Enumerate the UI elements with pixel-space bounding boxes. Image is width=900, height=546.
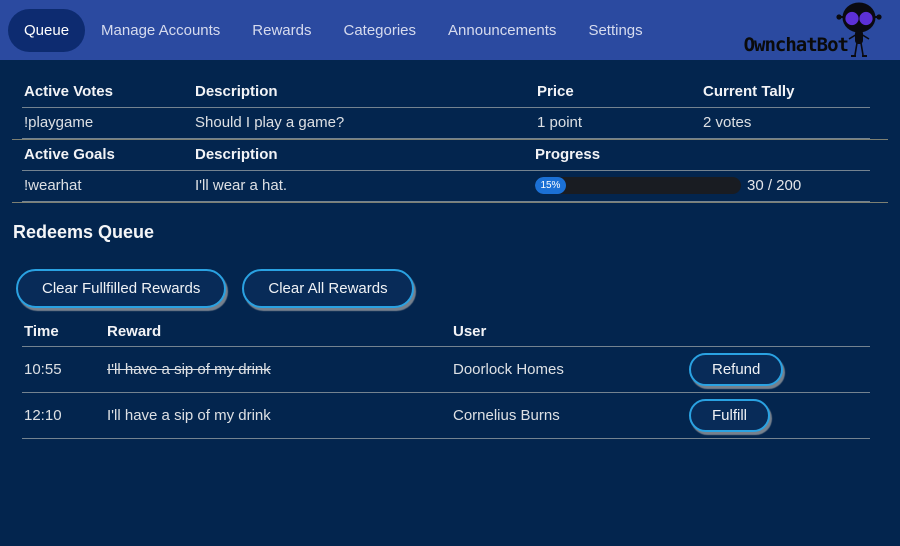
redeem-time: 12:10 bbox=[22, 393, 105, 439]
active-goals-header-row: Active Goals Description Progress bbox=[22, 140, 870, 171]
nav-tab-queue[interactable]: Queue bbox=[8, 9, 85, 52]
redeem-reward: I'll have a sip of my drink bbox=[105, 347, 451, 393]
active-votes-table: Active Votes Description Price Current T… bbox=[22, 77, 870, 139]
nav-tab-rewards[interactable]: Rewards bbox=[236, 9, 327, 52]
goals-header-progress: Progress bbox=[533, 140, 870, 171]
redeems-header-action bbox=[687, 319, 870, 347]
progress-percent-label: 15% bbox=[540, 180, 560, 191]
redeems-actions: Clear Fullfilled Rewards Clear All Rewar… bbox=[16, 269, 888, 308]
main-content: Active Votes Description Price Current T… bbox=[0, 77, 900, 439]
redeems-row: 10:55 I'll have a sip of my drink Doorlo… bbox=[22, 347, 870, 393]
redeem-reward-text: I'll have a sip of my drink bbox=[107, 361, 271, 378]
redeems-row: 12:10 I'll have a sip of my drink Cornel… bbox=[22, 393, 870, 439]
goal-progress-bar: 15% bbox=[535, 177, 741, 194]
votes-header-tally: Current Tally bbox=[701, 77, 870, 108]
robot-mascot-icon bbox=[834, 2, 884, 60]
redeem-action-cell: Refund bbox=[687, 347, 870, 393]
fulfill-button[interactable]: Fulfill bbox=[689, 399, 770, 432]
goal-command: !wearhat bbox=[22, 171, 193, 202]
nav-tab-settings[interactable]: Settings bbox=[572, 9, 658, 52]
section-divider bbox=[12, 202, 888, 203]
goal-progress-cell: 15% 30 / 200 bbox=[533, 171, 870, 202]
redeem-reward-text: I'll have a sip of my drink bbox=[107, 407, 271, 424]
progress-count-label: 30 / 200 bbox=[747, 177, 801, 194]
redeems-header-time: Time bbox=[22, 319, 105, 347]
goal-description: I'll wear a hat. bbox=[193, 171, 533, 202]
votes-header-command: Active Votes bbox=[22, 77, 193, 108]
active-votes-header-row: Active Votes Description Price Current T… bbox=[22, 77, 870, 108]
nav-tab-manage-accounts[interactable]: Manage Accounts bbox=[85, 9, 236, 52]
vote-description: Should I play a game? bbox=[193, 108, 535, 139]
active-goals-table: Active Goals Description Progress !wearh… bbox=[22, 140, 870, 202]
goals-header-command: Active Goals bbox=[22, 140, 193, 171]
active-goals-row: !wearhat I'll wear a hat. 15% 30 / 200 bbox=[22, 171, 870, 202]
votes-header-description: Description bbox=[193, 77, 535, 108]
votes-header-price: Price bbox=[535, 77, 701, 108]
vote-price: 1 point bbox=[535, 108, 701, 139]
redeems-queue-table: Time Reward User 10:55 I'll have a sip o… bbox=[22, 319, 870, 439]
top-navbar: Queue Manage Accounts Rewards Categories… bbox=[0, 0, 900, 60]
active-votes-row: !playgame Should I play a game? 1 point … bbox=[22, 108, 870, 139]
redeem-action-cell: Fulfill bbox=[687, 393, 870, 439]
redeems-queue-title: Redeems Queue bbox=[13, 222, 888, 243]
redeem-user: Cornelius Burns bbox=[451, 393, 687, 439]
vote-command: !playgame bbox=[22, 108, 193, 139]
redeems-header-user: User bbox=[451, 319, 687, 347]
redeem-time: 10:55 bbox=[22, 347, 105, 393]
refund-button[interactable]: Refund bbox=[689, 353, 783, 386]
redeem-user: Doorlock Homes bbox=[451, 347, 687, 393]
clear-all-rewards-button[interactable]: Clear All Rewards bbox=[242, 269, 413, 308]
redeems-header-row: Time Reward User bbox=[22, 319, 870, 347]
nav-tab-announcements[interactable]: Announcements bbox=[432, 9, 572, 52]
nav-tab-categories[interactable]: Categories bbox=[327, 9, 432, 52]
clear-fulfilled-rewards-button[interactable]: Clear Fullfilled Rewards bbox=[16, 269, 226, 308]
vote-tally: 2 votes bbox=[701, 108, 870, 139]
redeems-header-reward: Reward bbox=[105, 319, 451, 347]
redeem-reward: I'll have a sip of my drink bbox=[105, 393, 451, 439]
app-logo-text: OwnchatBot bbox=[744, 34, 848, 56]
goals-header-description: Description bbox=[193, 140, 533, 171]
progress-fill: 15% bbox=[535, 177, 566, 194]
